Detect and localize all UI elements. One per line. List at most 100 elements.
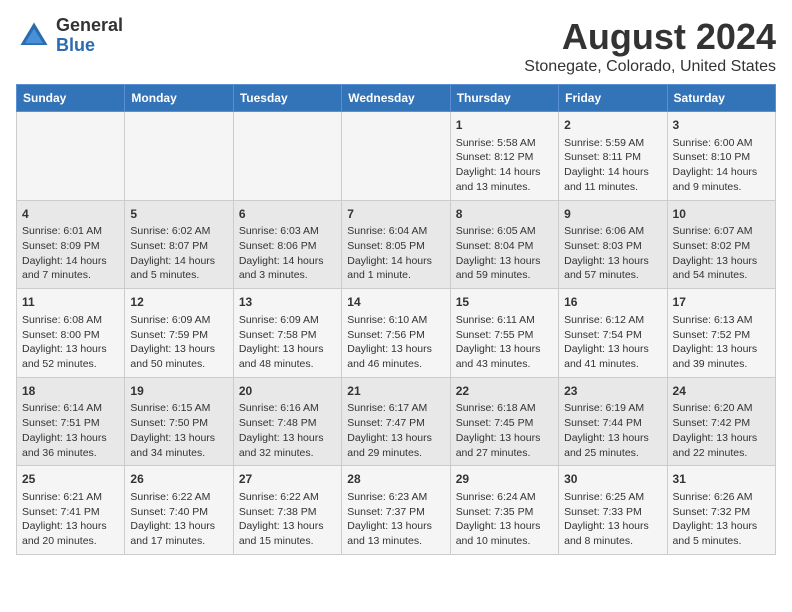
cell-info-line: Sunrise: 6:25 AM <box>564 490 661 505</box>
cell-info-line: Daylight: 13 hours <box>130 431 227 446</box>
cell-info-line: Sunset: 7:33 PM <box>564 505 661 520</box>
calendar-cell: 13Sunrise: 6:09 AMSunset: 7:58 PMDayligh… <box>233 289 341 378</box>
cell-info-line: Sunset: 7:54 PM <box>564 328 661 343</box>
cell-info-line: and 52 minutes. <box>22 357 119 372</box>
calendar-cell: 8Sunrise: 6:05 AMSunset: 8:04 PMDaylight… <box>450 200 558 289</box>
cell-info-line: Daylight: 13 hours <box>130 342 227 357</box>
cell-info-line: Sunset: 7:52 PM <box>673 328 770 343</box>
logo: General Blue <box>16 16 123 56</box>
calendar-body: 1Sunrise: 5:58 AMSunset: 8:12 PMDaylight… <box>17 112 776 555</box>
cell-info-line: Sunset: 8:11 PM <box>564 150 661 165</box>
week-row-5: 25Sunrise: 6:21 AMSunset: 7:41 PMDayligh… <box>17 466 776 555</box>
cell-info-line: Daylight: 13 hours <box>22 342 119 357</box>
logo-text: General Blue <box>56 16 123 56</box>
cell-info-line: and 15 minutes. <box>239 534 336 549</box>
day-number: 12 <box>130 294 227 311</box>
cell-info-line: Sunset: 8:10 PM <box>673 150 770 165</box>
cell-info-line: Sunrise: 6:12 AM <box>564 313 661 328</box>
cell-info-line: Sunrise: 6:01 AM <box>22 224 119 239</box>
cell-info-line: and 3 minutes. <box>239 268 336 283</box>
cell-info-line: and 39 minutes. <box>673 357 770 372</box>
cell-info-line: Sunset: 7:40 PM <box>130 505 227 520</box>
calendar-cell: 11 Sunrise: 6:08 AMSunset: 8:00 PMDayligh… <box>17 289 125 378</box>
calendar-cell: 16Sunrise: 6:12 AMSunset: 7:54 PMDayligh… <box>559 289 667 378</box>
cell-info-line: and 50 minutes. <box>130 357 227 372</box>
week-row-4: 18Sunrise: 6:14 AMSunset: 7:51 PMDayligh… <box>17 377 776 466</box>
calendar-cell: 24Sunrise: 6:20 AMSunset: 7:42 PMDayligh… <box>667 377 775 466</box>
cell-info-line: Sunrise: 6:08 AM <box>22 313 119 328</box>
calendar-cell: 22Sunrise: 6:18 AMSunset: 7:45 PMDayligh… <box>450 377 558 466</box>
logo-icon <box>16 18 52 54</box>
header-day-friday: Friday <box>559 85 667 112</box>
cell-info-line: Sunrise: 6:24 AM <box>456 490 553 505</box>
cell-info-line: and 57 minutes. <box>564 268 661 283</box>
cell-info-line: Sunrise: 6:18 AM <box>456 401 553 416</box>
day-number: 2 <box>564 117 661 134</box>
cell-info-line: and 8 minutes. <box>564 534 661 549</box>
day-number: 11 <box>22 294 119 311</box>
cell-info-line: Daylight: 14 hours <box>22 254 119 269</box>
logo-general: General <box>56 16 123 36</box>
cell-info-line: Sunrise: 6:02 AM <box>130 224 227 239</box>
cell-info-line: and 9 minutes. <box>673 180 770 195</box>
cell-info-line: Sunset: 7:37 PM <box>347 505 444 520</box>
day-number: 5 <box>130 206 227 223</box>
cell-info-line: Sunrise: 6:13 AM <box>673 313 770 328</box>
cell-info-line: and 32 minutes. <box>239 446 336 461</box>
cell-info-line: Sunrise: 6:15 AM <box>130 401 227 416</box>
cell-info-line: Sunrise: 5:58 AM <box>456 136 553 151</box>
cell-info-line: Daylight: 13 hours <box>347 519 444 534</box>
cell-info-line: Daylight: 13 hours <box>673 254 770 269</box>
subtitle: Stonegate, Colorado, United States <box>524 58 776 76</box>
calendar-cell: 7Sunrise: 6:04 AMSunset: 8:05 PMDaylight… <box>342 200 450 289</box>
cell-info-line: Sunset: 8:05 PM <box>347 239 444 254</box>
cell-info-line: and 48 minutes. <box>239 357 336 372</box>
cell-info-line: Sunset: 7:32 PM <box>673 505 770 520</box>
cell-info-line: Sunrise: 6:11 AM <box>456 313 553 328</box>
cell-info-line: Daylight: 13 hours <box>564 431 661 446</box>
cell-info-line: Daylight: 13 hours <box>130 519 227 534</box>
cell-info-line: Sunset: 8:00 PM <box>22 328 119 343</box>
cell-info-line: and 20 minutes. <box>22 534 119 549</box>
cell-info-line: and 5 minutes. <box>130 268 227 283</box>
cell-info-line: Sunset: 7:41 PM <box>22 505 119 520</box>
cell-info-line: Sunset: 8:03 PM <box>564 239 661 254</box>
cell-info-line: and 34 minutes. <box>130 446 227 461</box>
day-number: 30 <box>564 471 661 488</box>
cell-info-line: Daylight: 13 hours <box>456 254 553 269</box>
cell-info-line: Sunrise: 6:03 AM <box>239 224 336 239</box>
calendar-cell <box>17 112 125 201</box>
cell-info-line: Sunset: 8:09 PM <box>22 239 119 254</box>
cell-info-line: and 25 minutes. <box>564 446 661 461</box>
cell-info-line: Daylight: 14 hours <box>456 165 553 180</box>
cell-info-line: Daylight: 13 hours <box>347 342 444 357</box>
cell-info-line: Daylight: 13 hours <box>456 431 553 446</box>
cell-info-line: Daylight: 14 hours <box>347 254 444 269</box>
page-header: General Blue August 2024 Stonegate, Colo… <box>16 16 776 76</box>
cell-info-line: Sunset: 8:04 PM <box>456 239 553 254</box>
week-row-1: 1Sunrise: 5:58 AMSunset: 8:12 PMDaylight… <box>17 112 776 201</box>
cell-info-line: and 59 minutes. <box>456 268 553 283</box>
day-number: 14 <box>347 294 444 311</box>
header-row: SundayMondayTuesdayWednesdayThursdayFrid… <box>17 85 776 112</box>
cell-info-line: and 11 minutes. <box>564 180 661 195</box>
calendar-cell: 15Sunrise: 6:11 AMSunset: 7:55 PMDayligh… <box>450 289 558 378</box>
cell-info-line: Sunset: 7:55 PM <box>456 328 553 343</box>
header-day-saturday: Saturday <box>667 85 775 112</box>
cell-info-line: Sunset: 7:58 PM <box>239 328 336 343</box>
calendar-cell: 17Sunrise: 6:13 AMSunset: 7:52 PMDayligh… <box>667 289 775 378</box>
cell-info-line: Sunset: 7:59 PM <box>130 328 227 343</box>
cell-info-line: Daylight: 13 hours <box>456 342 553 357</box>
day-number: 7 <box>347 206 444 223</box>
cell-info-line: Sunrise: 6:10 AM <box>347 313 444 328</box>
cell-info-line: Sunset: 8:06 PM <box>239 239 336 254</box>
cell-info-line: Sunrise: 6:20 AM <box>673 401 770 416</box>
cell-info-line: Daylight: 13 hours <box>456 519 553 534</box>
cell-info-line: Daylight: 13 hours <box>239 431 336 446</box>
calendar-cell: 9Sunrise: 6:06 AMSunset: 8:03 PMDaylight… <box>559 200 667 289</box>
cell-info-line: Sunset: 7:35 PM <box>456 505 553 520</box>
cell-info-line: Sunrise: 6:14 AM <box>22 401 119 416</box>
day-number: 19 <box>130 383 227 400</box>
cell-info-line: Sunrise: 6:22 AM <box>130 490 227 505</box>
calendar-cell: 2Sunrise: 5:59 AMSunset: 8:11 PMDaylight… <box>559 112 667 201</box>
